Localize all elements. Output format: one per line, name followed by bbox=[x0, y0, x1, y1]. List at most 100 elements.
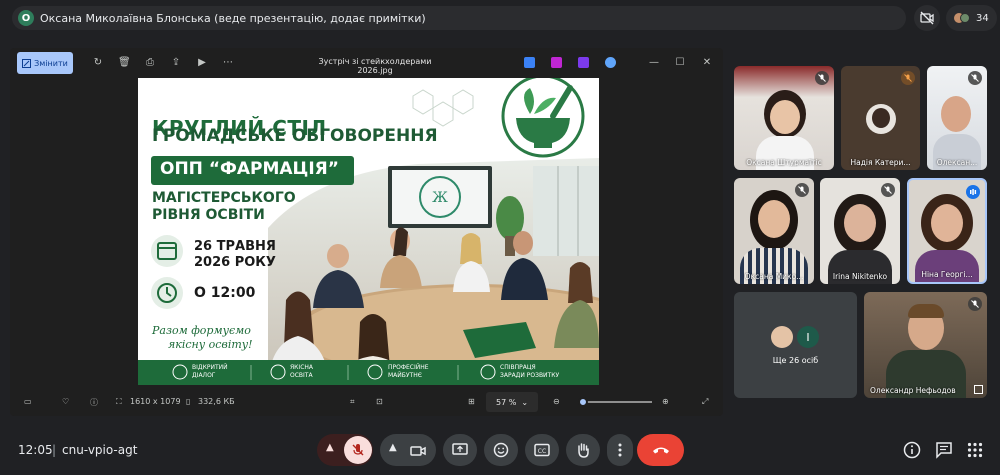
mic-off-button[interactable] bbox=[344, 436, 372, 464]
participant-name: Irina Nikitenko bbox=[832, 272, 888, 281]
participant-avatars-icon bbox=[954, 11, 970, 25]
participants-count: 34 bbox=[976, 12, 989, 24]
camera-off-icon[interactable] bbox=[914, 5, 940, 31]
close-icon[interactable]: ✕ bbox=[701, 57, 713, 69]
speaking-indicator-icon bbox=[966, 185, 980, 199]
info-icon[interactable]: ⓘ bbox=[90, 397, 98, 408]
chevron-down-icon: ⌄ bbox=[521, 397, 529, 407]
participant-tile[interactable]: Оксана Штурмаїтіс bbox=[734, 66, 834, 170]
more-participants-label: Ще 26 осіб bbox=[772, 356, 819, 365]
participant-name: Оксана Штурмаїтіс bbox=[746, 158, 822, 167]
mic-off-icon bbox=[815, 71, 829, 85]
svg-text:CC: CC bbox=[538, 448, 546, 455]
slideshow-icon[interactable]: ▶ bbox=[196, 57, 208, 69]
camera-options-chevron-icon[interactable]: ▲ bbox=[389, 442, 397, 453]
meeting-code: cnu-vpio-agt bbox=[62, 443, 138, 457]
camera-icon bbox=[410, 446, 426, 456]
share-icon[interactable]: ⇪ bbox=[170, 57, 182, 69]
camera-button[interactable] bbox=[410, 443, 426, 462]
copilot-app-icon[interactable] bbox=[524, 57, 535, 68]
viewer-file-title: Зустріч зі стейкхолдерами 2026.jpg bbox=[318, 57, 432, 75]
dimensions-icon: ⛶ bbox=[116, 397, 122, 406]
presenter-status: Оксана Миколаївна Блонська (веде презент… bbox=[40, 11, 426, 25]
reactions-button[interactable] bbox=[484, 434, 518, 466]
svg-text:Ж: Ж bbox=[432, 190, 448, 206]
slide-time: О 12:00 bbox=[194, 285, 256, 301]
fit-to-window-icon[interactable]: ⊞ bbox=[468, 397, 475, 406]
slide-date-line1: 26 ТРАВНЯ bbox=[194, 239, 276, 254]
detect-icon[interactable]: ⊡ bbox=[376, 397, 383, 406]
participants-button[interactable]: 34 bbox=[946, 5, 997, 31]
image-dimensions: 1610 x 1079 bbox=[130, 397, 181, 406]
mic-off-icon bbox=[795, 183, 809, 197]
more-participants-tile[interactable]: І Ще 26 осіб bbox=[734, 292, 857, 398]
participant-tile[interactable]: Оксана Мико... bbox=[734, 178, 814, 284]
more-options-button[interactable] bbox=[607, 434, 633, 466]
present-screen-icon bbox=[452, 443, 468, 455]
edit-button[interactable]: Змінити bbox=[17, 52, 73, 74]
mic-options-chevron-icon[interactable]: ▲ bbox=[326, 442, 334, 453]
edit-icon bbox=[22, 58, 32, 68]
slide-subtitle: ГРОМАДСЬКЕ ОБГОВОРЕННЯ bbox=[152, 126, 438, 146]
fullscreen-icon[interactable]: ⤢ bbox=[702, 397, 708, 407]
participant-tile-speaking[interactable]: Ніна Георгі... bbox=[907, 178, 987, 284]
participant-name: Олексан... bbox=[936, 158, 978, 167]
slide-date-line2: 2026 РОКУ bbox=[194, 255, 276, 270]
participant-name: Надія Катери... bbox=[850, 158, 911, 167]
edit-label: Змінити bbox=[34, 58, 68, 68]
pin-icon[interactable] bbox=[974, 385, 983, 394]
print-icon[interactable]: ⎙ bbox=[144, 57, 156, 69]
clipchamp-app-icon[interactable] bbox=[578, 57, 589, 68]
mic-off-icon bbox=[881, 183, 895, 197]
slide-program-name: ОПП “ФАРМАЦІЯ” bbox=[160, 159, 339, 179]
end-call-icon bbox=[652, 447, 669, 454]
zoom-value: 57 % bbox=[495, 397, 517, 407]
raise-hand-button[interactable] bbox=[566, 434, 600, 466]
microphone-control: ▲ bbox=[317, 434, 373, 466]
more-vert-icon bbox=[618, 443, 622, 457]
emoji-icon bbox=[493, 442, 509, 458]
designer-app-icon[interactable] bbox=[551, 57, 562, 68]
zoom-out-icon[interactable]: ⊖ bbox=[553, 397, 560, 406]
presenter-banner: О Оксана Миколаївна Блонська (веде презе… bbox=[12, 6, 906, 30]
participant-tile[interactable]: Олексан... bbox=[927, 66, 987, 170]
slide-footer-item: ПРОФЕСІЙНЕ МАЙБУТНЄ bbox=[388, 364, 429, 379]
onedrive-icon[interactable] bbox=[605, 57, 616, 68]
slide-footer-item: ЯКІСНА ОСВІТА bbox=[290, 364, 314, 379]
participant-name: Оксана Мико... bbox=[744, 272, 804, 281]
crop-icon[interactable]: ⌗ bbox=[350, 397, 355, 407]
favorite-icon[interactable]: ♡ bbox=[62, 397, 69, 406]
captions-icon: CC bbox=[534, 443, 550, 457]
slide-slogan-line2: якісну освіту! bbox=[168, 338, 253, 351]
filmstrip-icon[interactable]: ▭ bbox=[24, 397, 32, 406]
viewer-status-bar: ▭ ♡ ⓘ ⛶ 1610 x 1079 ▯ 332,6 КБ ⌗ ⊡ ⊞ 57 … bbox=[10, 388, 723, 416]
image-file-size: 332,6 КБ bbox=[198, 397, 235, 406]
zoom-slider[interactable] bbox=[582, 401, 652, 403]
participant-tile[interactable]: Irina Nikitenko bbox=[820, 178, 900, 284]
captions-button[interactable]: CC bbox=[525, 434, 559, 466]
chat-icon[interactable] bbox=[935, 441, 953, 459]
zoom-slider-handle[interactable] bbox=[578, 397, 588, 407]
current-time: 12:05 bbox=[18, 443, 53, 457]
participant-tile[interactable]: Надія Катери... bbox=[841, 66, 920, 170]
meeting-details-icon[interactable] bbox=[903, 441, 921, 459]
zoom-select[interactable]: 57 % ⌄ bbox=[486, 392, 538, 412]
delete-icon[interactable]: 🗑 bbox=[118, 57, 131, 69]
maximize-icon[interactable]: ☐ bbox=[674, 57, 686, 69]
zoom-in-icon[interactable]: ⊕ bbox=[662, 397, 669, 406]
more-options-icon[interactable]: ⋯ bbox=[222, 57, 234, 69]
camera-control: ▲ bbox=[380, 434, 436, 466]
participant-tile[interactable]: Олександр Нефьодов bbox=[864, 292, 987, 398]
minimize-icon[interactable]: — bbox=[648, 57, 660, 69]
leave-call-button[interactable] bbox=[637, 434, 684, 466]
mic-off-icon bbox=[901, 71, 915, 85]
mic-off-icon bbox=[968, 297, 982, 311]
slide-footer-item: СПІВПРАЦЯ ЗАРАДИ РОЗВИТКУ bbox=[500, 364, 560, 379]
activities-grid-icon[interactable] bbox=[966, 441, 984, 459]
rotate-icon[interactable]: ↻ bbox=[92, 57, 104, 69]
participant-name: Олександр Нефьодов bbox=[870, 386, 956, 395]
viewer-toolbar: Змінити ↻ 🗑 ⎙ ⇪ ▶ ⋯ Зустріч зі стейкхолд… bbox=[10, 48, 723, 78]
slide-footer-item: ВІДКРИТИЙ ДІАЛОГ bbox=[192, 364, 228, 379]
present-screen-button[interactable] bbox=[443, 434, 477, 466]
hand-icon bbox=[578, 443, 589, 458]
